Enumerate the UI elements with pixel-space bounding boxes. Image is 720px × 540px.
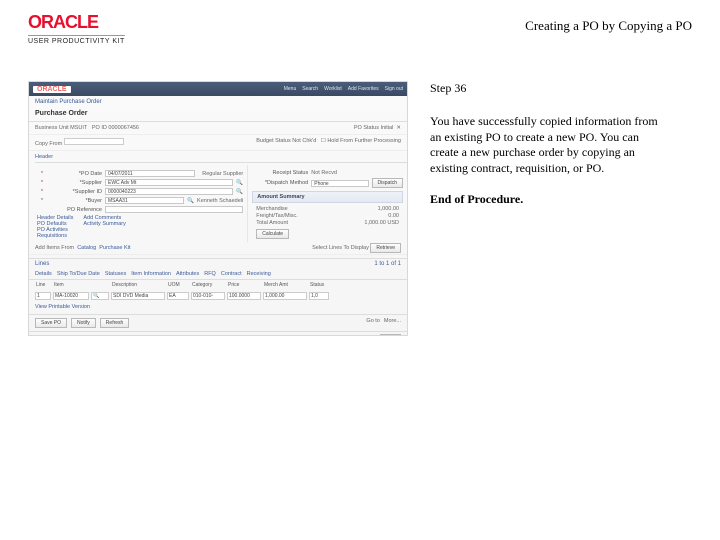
line-tab: Receiving [247, 271, 271, 277]
k: Merchandise [256, 206, 288, 212]
gh: Merch Amt [263, 282, 307, 290]
page-title: Purchase Order [29, 108, 407, 122]
add-items-label: Add Items From [35, 245, 74, 251]
view-printable-link: View Printable Version [29, 302, 407, 312]
more-label: More... [384, 318, 401, 328]
copyfrom-label: Copy From [35, 141, 62, 147]
retrieve-button-2: Retrieve [94, 336, 125, 337]
retrieve-button: Retrieve [370, 243, 401, 253]
nav-item: Add Favorites [348, 86, 379, 92]
add-button: Add [380, 334, 401, 336]
v: 1,000.00 [364, 220, 385, 226]
app-logo: ORACLE [33, 86, 71, 93]
instruction-panel: Step 36 You have successfully copied inf… [430, 81, 670, 336]
bu-value: MSUIT [70, 125, 87, 131]
line-tab: Ship To/Due Date [57, 271, 100, 277]
gc: 1,000.00 [263, 292, 307, 300]
line-tab: Attributes [176, 271, 199, 277]
gh: Price [227, 282, 261, 290]
buyer-name: Kenneth Schaedeli [197, 198, 243, 204]
gc: 1 [35, 292, 51, 300]
k: Receipt Status [252, 170, 308, 176]
po-date-input: 04/07/2011 [105, 170, 195, 177]
k: Freight/Tax/Misc. [256, 213, 298, 219]
poref-input [105, 206, 243, 213]
app-topnav: Menu Search Worklist Add Favorites Sign … [284, 86, 403, 92]
buyer-input: MSAA31 [105, 197, 184, 204]
v: 0.00 [388, 213, 399, 219]
poid-value: 0000067456 [108, 125, 139, 131]
line-tab: Details [35, 271, 52, 277]
gc: 010-010- [191, 292, 225, 300]
goto-label: Go to [366, 318, 379, 328]
gc: 🔍 [91, 292, 109, 300]
breadcrumb: Maintain Purchase Order [29, 96, 407, 108]
instruction-body: You have successfully copied information… [430, 114, 670, 176]
gc: 1,0 [309, 292, 329, 300]
v: 1,000.00 [378, 206, 399, 212]
dispatch-input: Phone [311, 180, 368, 187]
gh: Status [309, 282, 329, 290]
gc: EA [167, 292, 189, 300]
bu-label: Business Unit [35, 125, 69, 131]
link: Requisitions [37, 233, 73, 239]
app-screenshot: ORACLE Menu Search Worklist Add Favorite… [28, 81, 408, 336]
gc: 100.0000 [227, 292, 261, 300]
save-button: Save PO [35, 318, 67, 328]
lines-meta: 1 to 1 of 1 [374, 261, 401, 267]
doc-title: Creating a PO by Copying a PO [525, 18, 692, 34]
postatus-value: Initial [380, 125, 393, 131]
hold-label: Hold From Further Processing [327, 138, 401, 144]
k: *Supplier [46, 180, 102, 186]
budget-value: Not Chk'd [292, 138, 316, 144]
gh: Category [191, 282, 225, 290]
k: Total Amount [256, 220, 288, 226]
refresh-button: Refresh [100, 318, 130, 328]
dispatch-button: Dispatch [372, 178, 403, 188]
k: *Supplier ID [46, 189, 102, 195]
catalog-link: Catalog [77, 245, 96, 251]
nav-item: Menu [284, 86, 297, 92]
purchkit-link: Purchase Kit [99, 245, 130, 251]
notify-button: Notify [71, 318, 96, 328]
gc: SDI DVD Media [111, 292, 165, 300]
upk-label: USER PRODUCTIVITY KIT [28, 35, 125, 45]
nav-item: Sign out [385, 86, 403, 92]
k: PO Reference [46, 207, 102, 213]
selectlines-label: Select Lines To Display [312, 245, 369, 251]
calc-button: Calculate [256, 229, 289, 239]
budget-label: Budget Status [256, 138, 291, 144]
sup-sub: Regular Supplier [202, 171, 243, 177]
k: *Dispatch Method [252, 180, 308, 186]
amount-summary-header: Amount Summary [252, 191, 403, 203]
end-of-procedure: End of Procedure. [430, 192, 670, 207]
supplier-input: EWC Adv Mt [105, 179, 233, 186]
header-tab: Header [35, 154, 53, 160]
gh: UOM [167, 282, 189, 290]
postatus-label: PO Status [354, 125, 379, 131]
supplierid-input: 0000040223 [105, 188, 233, 195]
step-label: Step 36 [430, 81, 670, 96]
nav-item: Worklist [324, 86, 342, 92]
line-tab: Contract [221, 271, 242, 277]
nav-item: Search [302, 86, 318, 92]
curr: USD [387, 220, 399, 226]
k: *PO Date [46, 171, 102, 177]
line-tab: RFQ [204, 271, 216, 277]
link: Activity Summary [83, 221, 125, 227]
poid-label: PO ID [92, 125, 107, 131]
brand-block: ORACLE USER PRODUCTIVITY KIT [28, 12, 125, 45]
gh: Item [53, 282, 89, 290]
gh: Description [111, 282, 165, 290]
line-tab: Item Information [131, 271, 171, 277]
gh [91, 282, 109, 290]
line-tab: Statuses [105, 271, 126, 277]
v: Not Recvd [311, 170, 337, 176]
k: *Buyer [46, 198, 102, 204]
oracle-logo: ORACLE [28, 12, 125, 33]
gc: MA-10020 [53, 292, 89, 300]
lines-label: Lines [35, 261, 49, 267]
gh: Line [35, 282, 51, 290]
